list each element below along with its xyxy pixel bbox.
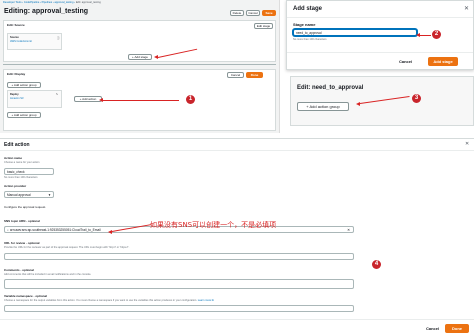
annotation-arrow-line (420, 35, 431, 37)
stage-name-hint: No more than 100 characters (293, 38, 327, 41)
action-provider-label: Action provider (4, 184, 27, 188)
stage-title: Edit: Source (7, 23, 25, 27)
annotation-arrow-line (103, 100, 179, 102)
panel-title: Edit action (4, 142, 30, 148)
cancel-button[interactable]: Cancel (399, 59, 412, 64)
search-icon: ⌕ (7, 228, 9, 232)
url-label: URL for review - optional (4, 241, 40, 245)
learn-more-link[interactable]: Learn more (198, 299, 211, 302)
configure-text: Configure the approval request. (4, 205, 47, 209)
action-name-label: Action name (4, 156, 23, 160)
annotation-arrow-head (108, 230, 112, 234)
sns-label: SNS topic ARN - optional (4, 219, 40, 223)
action-provider-value: Manual approval (7, 193, 31, 197)
add-action-group-button[interactable]: + Add action group (7, 112, 41, 118)
comments-label: Comments - optional (4, 268, 34, 272)
edit-action-panel: Edit action ✕ Action name Choose a name … (0, 138, 474, 335)
breadcrumb-item: Edit: approval_testing (75, 1, 101, 4)
url-hint: Provide the URL for the reviewer as part… (4, 246, 130, 249)
action-provider: AWS CodeCommit (10, 40, 32, 43)
panel-divider (0, 150, 474, 151)
panel-divider (0, 319, 474, 320)
stage-name-label: Stage name (293, 22, 316, 27)
add-stage-modal: Add stage ✕ Stage name need_to_approval … (286, 0, 474, 70)
modal-divider (287, 52, 473, 53)
external-link-icon: ⧉ (211, 299, 214, 302)
comments-textarea[interactable] (4, 279, 354, 289)
add-stage-bar (3, 64, 276, 68)
add-action-group-button[interactable]: + Add action group (297, 102, 349, 111)
info-icon: ⓘ (57, 37, 60, 40)
annotation-arrow-head (356, 102, 360, 106)
breadcrumb-item[interactable]: CodePipeline (24, 1, 39, 4)
modal-title: Add stage (293, 6, 323, 12)
breadcrumb-item[interactable]: Developer Tools (3, 1, 22, 4)
step-number-badge: 1 (186, 95, 195, 104)
chevron-down-icon: ▼ (48, 193, 51, 197)
action-name-input[interactable]: basic_check (4, 168, 54, 175)
action-provider: Amazon S3 (10, 97, 24, 100)
action-name-counter: No more than 100 characters (4, 176, 38, 179)
breadcrumb-item[interactable]: approval_testing (54, 1, 73, 4)
breadcrumb: Developer Tools › CodePipeline › Pipelin… (3, 1, 101, 4)
add-action-button[interactable]: + Add action (74, 96, 102, 102)
panel-title: Edit: need_to_approval (297, 85, 364, 91)
namespace-hint-text: Choose a namespace for the output variab… (4, 299, 198, 302)
edit-stage-button[interactable]: Edit stage (254, 23, 273, 29)
add-action-group-button[interactable]: + Add action group (7, 82, 41, 88)
step-number-badge: 2 (432, 30, 441, 39)
annotation-arrow-head (416, 33, 420, 37)
add-action-group-label: Add action group (309, 104, 340, 109)
step-number-badge: 4 (372, 260, 381, 269)
action-provider-select[interactable]: Manual approval ▼ (4, 191, 54, 198)
delete-button[interactable]: Delete (230, 10, 244, 16)
namespace-input[interactable] (4, 305, 354, 312)
cancel-button[interactable]: Cancel (426, 326, 439, 331)
stage-title: Edit: Display (7, 72, 26, 76)
action-label: Source (10, 36, 19, 39)
cancel-button[interactable]: Cancel (246, 10, 260, 16)
annotation-arrow-head (99, 98, 103, 102)
add-stage-button[interactable]: + Add stage (128, 54, 152, 60)
source-action-card[interactable]: Source AWS CodeCommit ⓘ (7, 33, 62, 50)
breadcrumb-item[interactable]: Pipelines (42, 1, 53, 4)
annotation-text: 如果没有SNS可以创建一个，不是必填项 (150, 221, 277, 229)
done-button[interactable]: Done (246, 72, 263, 78)
close-icon[interactable]: ✕ (465, 141, 469, 147)
namespace-label: Variable namespace - optional (4, 294, 48, 298)
page-title: Editing: approval_testing (4, 8, 89, 15)
url-input[interactable] (4, 253, 354, 260)
edit-icon[interactable]: ✎ (56, 93, 58, 96)
action-name-hint: Choose a name for your action (4, 161, 40, 164)
save-button[interactable]: Save (262, 10, 276, 16)
done-button[interactable]: Done (445, 324, 469, 333)
cancel-button[interactable]: Cancel (227, 72, 244, 78)
clear-icon[interactable]: ✕ (347, 227, 350, 233)
step-number-badge: 3 (412, 94, 421, 103)
modal-divider (287, 17, 473, 18)
close-icon[interactable]: ✕ (464, 5, 469, 12)
comments-hint: Add comments that will be included in em… (4, 273, 92, 276)
add-stage-submit-button[interactable]: Add stage (428, 57, 458, 66)
annotation-arrow-head (154, 55, 158, 59)
stage-name-input[interactable]: need_to_approval (293, 29, 417, 36)
action-label: Deploy (10, 93, 19, 96)
pipeline-edit-screen: Developer Tools › CodePipeline › Pipelin… (0, 0, 280, 133)
namespace-hint: Choose a namespace for the output variab… (4, 299, 214, 302)
sns-arn-value: arn:aws:sns:ap-southeast-1:925353255051:… (9, 228, 101, 232)
deploy-action-card[interactable]: Deploy Amazon S3 ✎ (7, 90, 62, 108)
